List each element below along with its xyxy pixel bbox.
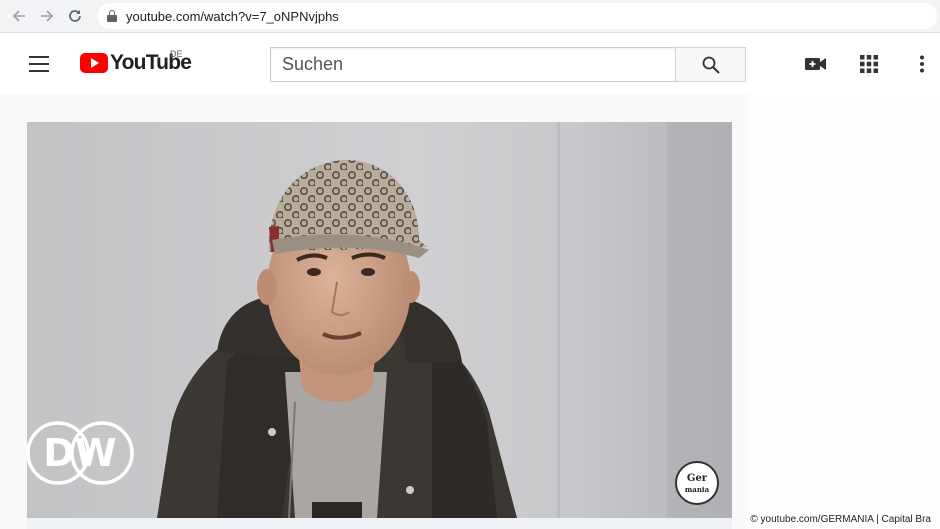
- browser-toolbar: youtube.com/watch?v=7_oNPNvjphs: [0, 0, 940, 33]
- search-form: Suchen: [270, 47, 746, 82]
- sidebar-area: [748, 94, 940, 529]
- image-credit: © youtube.com/GERMANIA | Capital Bra: [747, 513, 934, 526]
- address-bar[interactable]: youtube.com/watch?v=7_oNPNvjphs: [97, 3, 937, 29]
- create-video-icon: [805, 58, 826, 70]
- screenshot: youtube.com/watch?v=7_oNPNvjphs YouTube …: [0, 0, 940, 529]
- search-button[interactable]: [675, 47, 746, 82]
- region-code: DE: [170, 49, 183, 59]
- germania-watermark: Ger mania: [675, 461, 719, 505]
- create-video-button[interactable]: [804, 52, 828, 76]
- search-icon: [702, 56, 720, 74]
- lock-icon: [107, 10, 117, 22]
- video-info-strip: [27, 518, 732, 529]
- dw-logo: DW: [26, 421, 134, 485]
- svg-text:mania: mania: [685, 485, 710, 494]
- svg-text:DW: DW: [43, 431, 116, 475]
- more-button[interactable]: [910, 52, 934, 76]
- menu-icon[interactable]: [29, 56, 49, 72]
- url-text: youtube.com/watch?v=7_oNPNvjphs: [126, 8, 339, 24]
- forward-arrow-icon: [41, 10, 54, 22]
- youtube-play-icon: [80, 53, 108, 73]
- back-button[interactable]: [5, 2, 33, 30]
- apps-grid-icon: [860, 55, 878, 73]
- reload-icon: [69, 10, 81, 22]
- youtube-logo[interactable]: YouTube DE: [80, 49, 192, 75]
- apps-button[interactable]: [857, 52, 881, 76]
- back-arrow-icon: [12, 10, 25, 22]
- forward-button[interactable]: [33, 2, 61, 30]
- search-input[interactable]: Suchen: [270, 47, 675, 82]
- more-vert-icon: [920, 55, 924, 73]
- reload-button[interactable]: [61, 2, 89, 30]
- svg-text:Ger: Ger: [687, 473, 708, 484]
- youtube-masthead: YouTube DE Suchen: [0, 34, 940, 94]
